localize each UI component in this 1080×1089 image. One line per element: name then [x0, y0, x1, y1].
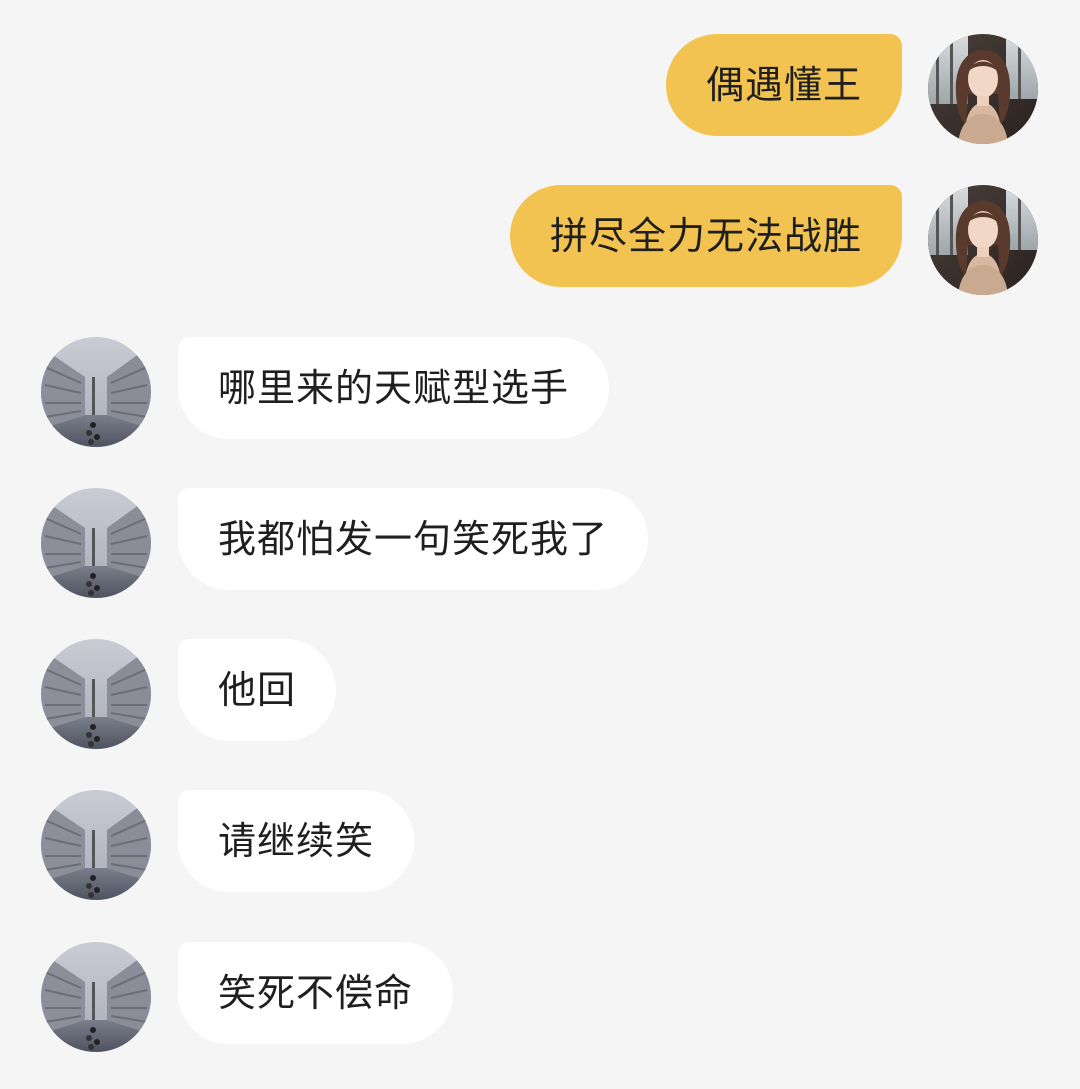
message-bubble[interactable]: 他回 [178, 639, 337, 741]
woman-portrait-avatar-icon[interactable] [928, 185, 1038, 295]
message-row: 笑死不偿命 [0, 942, 1080, 1052]
city-street-avatar-icon[interactable] [41, 790, 151, 900]
message-row: 他回 [0, 639, 1080, 749]
city-street-avatar-icon[interactable] [41, 639, 151, 749]
message-row: 偶遇懂王 [0, 34, 1080, 144]
city-street-avatar-icon[interactable] [41, 337, 151, 447]
message-bubble[interactable]: 哪里来的天赋型选手 [178, 337, 610, 439]
message-row: 拼尽全力无法战胜 [0, 185, 1080, 295]
message-bubble[interactable]: 请继续笑 [178, 790, 415, 892]
message-bubble[interactable]: 偶遇懂王 [665, 34, 902, 136]
message-row: 请继续笑 [0, 790, 1080, 900]
woman-portrait-avatar-icon[interactable] [928, 34, 1038, 144]
message-row: 我都怕发一句笑死我了 [0, 488, 1080, 598]
message-bubble[interactable]: 笑死不偿命 [178, 942, 454, 1044]
message-bubble[interactable]: 我都怕发一句笑死我了 [178, 488, 649, 590]
message-bubble[interactable]: 拼尽全力无法战胜 [509, 185, 902, 287]
message-row: 哪里来的天赋型选手 [0, 337, 1080, 447]
chat-screen: { "messages": [ {"side": "me", "text": "… [0, 0, 1080, 1089]
city-street-avatar-icon[interactable] [41, 942, 151, 1052]
city-street-avatar-icon[interactable] [41, 488, 151, 598]
